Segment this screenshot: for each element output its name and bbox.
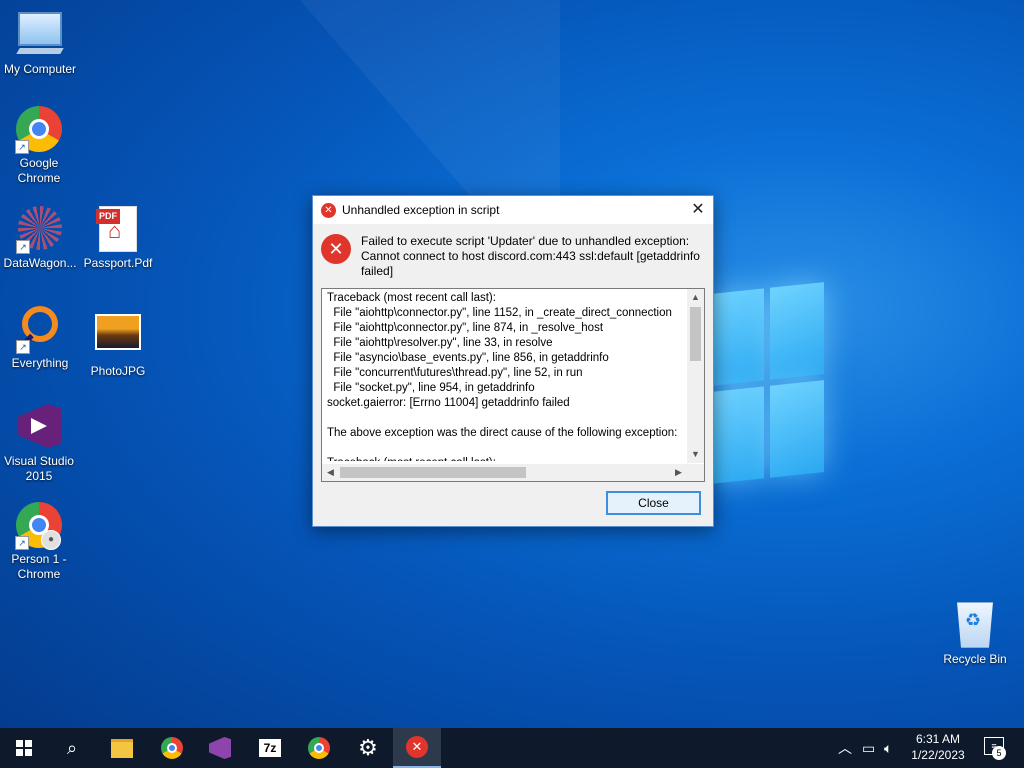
chrome-profile-icon: ● ↗: [15, 502, 63, 550]
everything-icon: ↗: [16, 306, 64, 354]
desktop-icon-photojpg[interactable]: PhotoJPG: [78, 306, 158, 379]
desktop-icon-label: DataWagon...: [3, 256, 77, 270]
traceback-line: Traceback (most recent call last):: [327, 292, 496, 304]
start-button[interactable]: [0, 728, 48, 768]
vertical-scrollbar[interactable]: ▲ ▼: [687, 289, 704, 463]
traceback-line: File "asyncio\base_events.py", line 856,…: [327, 352, 609, 364]
exception-dialog: ✕ Unhandled exception in script ✕ ✕ Fail…: [312, 195, 714, 527]
error-icon: ✕: [321, 234, 351, 264]
desktop-icon-label: Recycle Bin: [943, 652, 1007, 666]
volume-icon[interactable]: 🔈︎: [884, 728, 892, 768]
windows-wallpaper-logo: [712, 282, 824, 490]
search-button[interactable]: ⌕: [48, 728, 96, 768]
chevron-left-icon[interactable]: ◀: [322, 464, 339, 481]
taskbar-visual-studio[interactable]: [196, 728, 244, 768]
computer-icon: [16, 12, 64, 60]
taskbar-file-explorer[interactable]: [98, 728, 146, 768]
traceback-line: File "aiohttp\connector.py", line 1152, …: [327, 307, 672, 319]
taskbar-chrome[interactable]: [148, 728, 196, 768]
clock-date: 1/22/2023: [911, 748, 965, 762]
windows-icon: [16, 740, 32, 756]
traceback-line: File "socket.py", line 954, in getaddrin…: [327, 382, 535, 394]
traceback-textbox[interactable]: Traceback (most recent call last): File …: [321, 288, 705, 482]
desktop-icon-label: Visual Studio 2015: [4, 454, 74, 483]
scroll-thumb[interactable]: [340, 467, 526, 478]
network-icon[interactable]: ▭: [862, 728, 875, 768]
desktop-icon-person1-chrome[interactable]: ● ↗ Person 1 - Chrome: [0, 502, 78, 582]
desktop-icon-visual-studio[interactable]: Visual Studio 2015: [0, 404, 78, 484]
notification-count-badge: 5: [992, 746, 1006, 760]
pdf-icon: PDF ⌂: [94, 206, 142, 254]
chrome-icon: ↗: [15, 106, 63, 154]
dialog-message-row: ✕ Failed to execute script 'Updater' due…: [321, 234, 705, 282]
scroll-thumb[interactable]: [690, 307, 701, 361]
error-icon: ✕: [321, 202, 336, 218]
7zip-icon: 7z: [259, 739, 281, 757]
desktop-icon-my-computer[interactable]: My Computer: [0, 8, 80, 77]
taskbar-chrome-profile[interactable]: [295, 728, 343, 768]
desktop-icon-label: Passport.Pdf: [83, 256, 153, 270]
datawagon-icon: ↗: [16, 206, 64, 254]
desktop-icon-label: Google Chrome: [17, 156, 61, 185]
dialog-titlebar[interactable]: ✕ Unhandled exception in script ✕: [313, 196, 713, 224]
gear-icon: ⚙: [358, 735, 378, 760]
dialog-title: Unhandled exception in script: [342, 203, 500, 217]
traceback-line: [327, 441, 685, 456]
desktop-icon-recycle-bin[interactable]: Recycle Bin: [935, 602, 1015, 667]
taskbar: ⌕ 7z ⚙ ✕ ︿ ▭ 🔈︎ 6:31 AM 1/22/2023 ≡ 5: [0, 728, 1024, 768]
traceback-line: [327, 411, 685, 426]
traceback-line: File "aiohttp\resolver.py", line 33, in …: [327, 337, 553, 349]
traceback-line: Traceback (most recent call last):: [327, 456, 685, 461]
desktop-icon-label: Person 1 - Chrome: [11, 552, 67, 581]
desktop-icon-label: PhotoJPG: [90, 364, 146, 378]
photo-icon: [94, 314, 142, 362]
traceback-line: socket.gaierror: [Errno 11004] getaddrin…: [327, 397, 570, 409]
chevron-right-icon[interactable]: ▶: [670, 464, 687, 481]
folder-icon: [111, 738, 133, 758]
desktop-icon-google-chrome[interactable]: ↗ Google Chrome: [0, 106, 78, 186]
desktop: My Computer ↗ Google Chrome ↗ DataWagon.…: [0, 0, 1024, 728]
search-icon: ⌕: [66, 737, 78, 758]
taskbar-error-app[interactable]: ✕: [393, 728, 441, 768]
avatar: ●: [41, 530, 61, 550]
clock-time: 6:31 AM: [915, 732, 961, 746]
chevron-up-icon[interactable]: ▲: [687, 289, 704, 306]
system-clock[interactable]: 6:31 AM 1/22/2023: [903, 731, 973, 763]
traceback-line: File "aiohttp\connector.py", line 874, i…: [327, 322, 604, 334]
chevron-down-icon[interactable]: ▼: [687, 446, 704, 463]
chrome-profile-icon: [308, 737, 330, 759]
desktop-icon-label: My Computer: [3, 62, 77, 76]
chrome-icon: [161, 737, 183, 759]
dialog-message: Failed to execute script 'Updater' due t…: [361, 234, 700, 278]
desktop-icon-label: Everything: [11, 356, 69, 370]
desktop-icon-everything[interactable]: ↗ Everything: [0, 306, 80, 371]
desktop-icon-datawagon[interactable]: ↗ DataWagon...: [0, 206, 80, 271]
close-button[interactable]: Close: [606, 491, 701, 515]
desktop-icon-passport-pdf[interactable]: PDF ⌂ Passport.Pdf: [78, 206, 158, 271]
traceback-line: File "concurrent\futures\thread.py", lin…: [327, 367, 583, 379]
error-icon: ✕: [406, 736, 428, 758]
recycle-bin-icon: [951, 602, 999, 650]
chevron-up-icon[interactable]: ︿: [838, 728, 852, 768]
horizontal-scrollbar[interactable]: ◀ ▶: [322, 464, 687, 481]
taskbar-settings[interactable]: ⚙: [344, 728, 392, 768]
visual-studio-icon: [15, 404, 63, 452]
visual-studio-icon: [209, 737, 231, 759]
traceback-line: The above exception was the direct cause…: [327, 427, 678, 439]
close-icon[interactable]: ✕: [683, 196, 713, 224]
traceback-text: Traceback (most recent call last): File …: [327, 291, 685, 461]
scroll-corner: [687, 464, 704, 481]
taskbar-7zip[interactable]: 7z: [246, 728, 294, 768]
